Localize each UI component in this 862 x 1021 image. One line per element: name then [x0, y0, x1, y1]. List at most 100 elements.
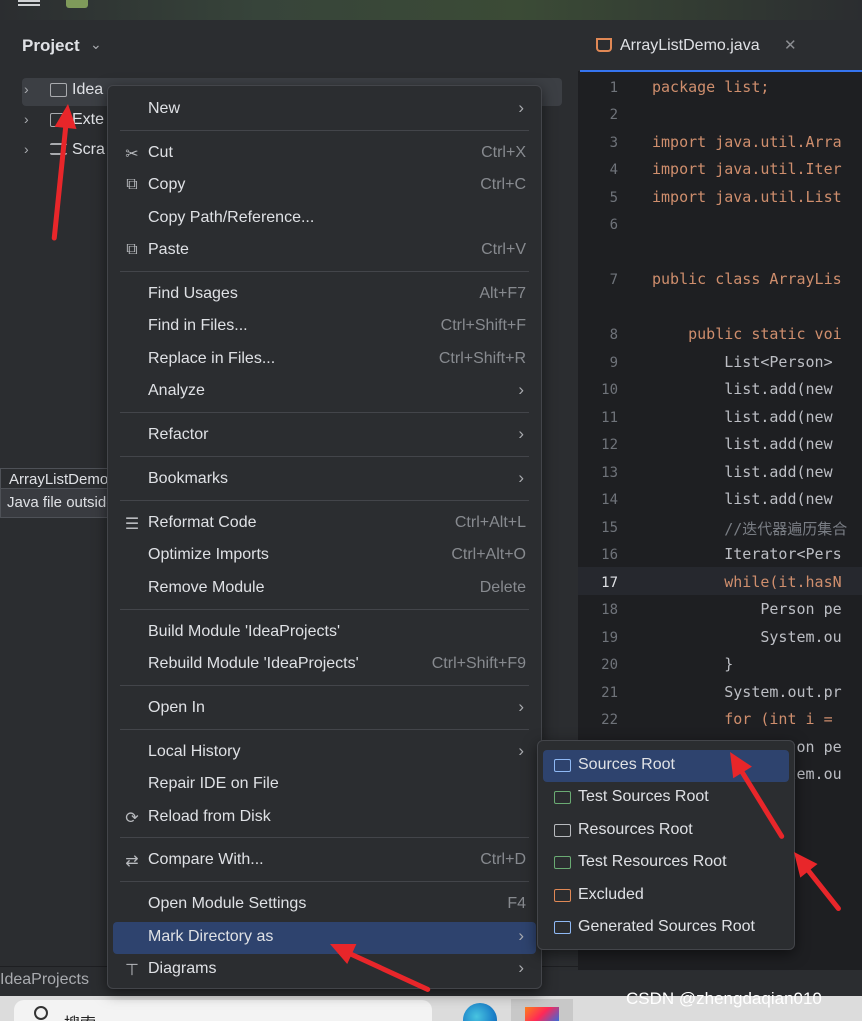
paste-icon: ⧉ — [126, 241, 138, 258]
menu-item-remove-module[interactable]: Remove Module Delete — [113, 573, 536, 605]
code-line: list.add(new — [652, 408, 842, 426]
menu-item-reformat-code[interactable]: ☰ Reformat Code Ctrl+Alt+L — [113, 508, 536, 540]
menu-item-analyze[interactable]: Analyze › — [113, 376, 536, 408]
project-panel-title[interactable]: Project — [22, 36, 80, 56]
menu-item-shortcut: Alt+F7 — [479, 285, 526, 302]
menu-item-label: Refactor — [148, 426, 209, 443]
menu-separator — [120, 685, 529, 686]
menu-item-new[interactable]: New › — [113, 94, 536, 126]
main-menu-icon[interactable] — [18, 0, 40, 6]
line-number: 7 — [609, 272, 618, 288]
line-number: 6 — [609, 217, 618, 233]
menu-item-shortcut: Ctrl+Shift+R — [438, 350, 526, 367]
menu-item-label: Compare With... — [148, 851, 264, 868]
menu-item-repair-ide-on-file[interactable]: Repair IDE on File — [113, 769, 536, 801]
submenu-item-test-resources-root[interactable]: Test Resources Root — [543, 847, 789, 879]
menu-separator — [120, 609, 529, 610]
code-line: while(it.hasN — [652, 573, 842, 591]
line-number: 15 — [601, 520, 618, 536]
chevron-right-icon[interactable]: › — [24, 81, 29, 97]
menu-separator — [120, 729, 529, 730]
code-line: list.add(new — [652, 490, 842, 508]
chevron-right-icon: › — [518, 98, 524, 117]
editor-tab-label[interactable]: ArrayListDemo.java — [620, 37, 760, 55]
chevron-right-icon[interactable]: › — [24, 111, 29, 127]
menu-item-label: Find in Files... — [148, 317, 248, 334]
mark-directory-submenu: Sources Root Test Sources Root Resources R… — [537, 740, 795, 950]
submenu-item-label: Excluded — [578, 886, 644, 903]
menu-item-label: Diagrams — [148, 960, 217, 977]
menu-item-label: Paste — [148, 241, 189, 258]
menu-item-label: Reload from Disk — [148, 808, 271, 825]
code-line: //迭代器遍历集合 — [652, 520, 848, 538]
menu-item-open-module-settings[interactable]: Open Module Settings F4 — [113, 889, 536, 921]
chevron-right-icon[interactable]: › — [24, 141, 29, 157]
line-number: 13 — [601, 465, 618, 481]
chevron-right-icon: › — [518, 697, 524, 716]
status-bar-breadcrumb[interactable]: IdeaProjects — [0, 971, 89, 989]
chevron-down-icon[interactable]: ⌄ — [90, 36, 102, 53]
search-icon — [34, 1006, 48, 1020]
menu-item-refactor[interactable]: Refactor › — [113, 420, 536, 452]
menu-separator — [120, 500, 529, 501]
menu-item-label: Copy — [148, 176, 186, 193]
folder-icon — [554, 824, 571, 837]
intellij-idea-icon[interactable] — [525, 1007, 559, 1021]
folder-icon — [554, 759, 571, 772]
submenu-item-excluded[interactable]: Excluded — [543, 880, 789, 912]
menu-item-bookmarks[interactable]: Bookmarks › — [113, 464, 536, 496]
submenu-item-generated-sources-root[interactable]: Generated Sources Root — [543, 912, 789, 944]
menu-item-label: Copy Path/Reference... — [148, 209, 315, 226]
close-icon[interactable]: ✕ — [784, 36, 797, 54]
taskbar-search-label: 搜索 — [64, 1010, 96, 1021]
title-bar — [0, 0, 862, 20]
context-menu: New › ✂ Cut Ctrl+X ⧉ Copy Ctrl+C Copy Path/Refer… — [107, 85, 542, 989]
menu-item-label: Analyze — [148, 382, 205, 399]
compare-icon: ⇄ — [125, 853, 139, 870]
menu-item-rebuild-module-ideaprojects[interactable]: Rebuild Module 'IdeaProjects' Ctrl+Shift+… — [113, 649, 536, 681]
code-line: package list; — [652, 78, 770, 96]
menu-item-diagrams[interactable]: ⊤ Diagrams › — [113, 954, 536, 986]
menu-item-find-in-files[interactable]: Find in Files... Ctrl+Shift+F — [113, 311, 536, 343]
menu-item-label: Mark Directory as — [148, 928, 274, 945]
submenu-item-label: Sources Root — [578, 756, 675, 773]
menu-item-label: Bookmarks — [148, 470, 229, 487]
menu-item-copy[interactable]: ⧉ Copy Ctrl+C — [113, 170, 536, 202]
annotation-arrow-head — [54, 102, 79, 130]
menu-item-copy-path-reference[interactable]: Copy Path/Reference... — [113, 203, 536, 235]
code-line: List<Person> — [652, 353, 842, 371]
chevron-right-icon: › — [518, 741, 524, 760]
menu-item-shortcut: F4 — [507, 895, 526, 912]
menu-item-replace-in-files[interactable]: Replace in Files... Ctrl+Shift+R — [113, 344, 536, 376]
code-line: list.add(new — [652, 380, 842, 398]
project-badge-icon[interactable] — [66, 0, 88, 8]
code-line: public static voi — [652, 325, 842, 343]
menu-item-optimize-imports[interactable]: Optimize Imports Ctrl+Alt+O — [113, 540, 536, 572]
line-number: 14 — [601, 492, 618, 508]
diagram-icon: ⊤ — [125, 962, 139, 979]
warning-tooltip: Java file outside of source root — [0, 488, 108, 518]
menu-item-cut[interactable]: ✂ Cut Ctrl+X — [113, 138, 536, 170]
code-line: list.add(new — [652, 435, 842, 453]
menu-item-label: New — [148, 100, 181, 117]
code-line: import java.util.Iter — [652, 160, 842, 178]
code-line: Person pe — [652, 600, 842, 618]
menu-item-build-module-ideaprojects[interactable]: Build Module 'IdeaProjects' — [113, 617, 536, 649]
submenu-item-label: Resources Root — [578, 821, 693, 838]
menu-separator — [120, 837, 529, 838]
folder-icon — [554, 889, 571, 902]
menu-item-paste[interactable]: ⧉ Paste Ctrl+V — [113, 235, 536, 267]
module-folder-icon — [50, 83, 67, 97]
menu-item-shortcut: Ctrl+D — [480, 851, 526, 868]
line-number: 21 — [601, 685, 618, 701]
line-number: 11 — [601, 410, 618, 426]
java-file-icon — [596, 38, 612, 52]
menu-item-compare-with[interactable]: ⇄ Compare With... Ctrl+D — [113, 845, 536, 877]
menu-item-open-in[interactable]: Open In › — [113, 693, 536, 725]
code-line: public class ArrayLis — [652, 270, 842, 288]
menu-item-local-history[interactable]: Local History › — [113, 737, 536, 769]
menu-item-find-usages[interactable]: Find Usages Alt+F7 — [113, 279, 536, 311]
menu-item-reload-from-disk[interactable]: ⟳ Reload from Disk — [113, 802, 536, 834]
submenu-item-resources-root[interactable]: Resources Root — [543, 815, 789, 847]
menu-item-mark-directory-as[interactable]: Mark Directory as › — [113, 922, 536, 954]
